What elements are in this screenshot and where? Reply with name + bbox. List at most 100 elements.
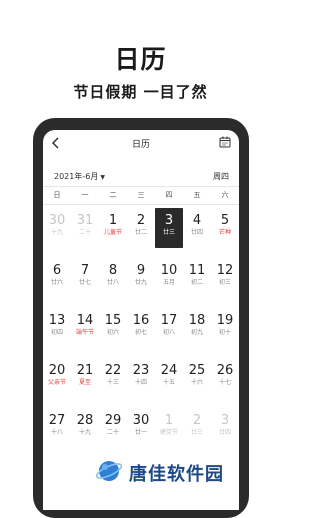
day-cell[interactable]: 11 初二 (183, 258, 211, 298)
day-number: 30 (132, 413, 150, 428)
lunar-date-label: 初二 (190, 279, 203, 286)
lunar-date-label: 十五 (162, 379, 175, 386)
day-cell[interactable]: 5 芒种 (211, 208, 239, 248)
day-number: 20 (48, 363, 66, 378)
day-cell[interactable]: 1 建党节 (155, 408, 183, 448)
day-number: 25 (188, 363, 206, 378)
nav-title: 日历 (131, 140, 150, 150)
day-cell[interactable]: 30 十九 (43, 208, 71, 248)
weekday-label: 三 (137, 191, 145, 199)
lunar-date-label: 廿二 (134, 229, 147, 236)
divider (43, 186, 239, 187)
day-cell[interactable]: 2 廿三 (183, 408, 211, 448)
day-cell[interactable]: 18 初九 (183, 308, 211, 348)
day-cell[interactable]: 21 夏至 (71, 358, 99, 398)
day-number: 3 (164, 213, 174, 228)
day-cell[interactable]: 31 二十 (71, 208, 99, 248)
day-cell[interactable]: 17 初八 (155, 308, 183, 348)
lunar-date-label: 廿一 (134, 429, 147, 436)
day-number: 5 (220, 213, 230, 228)
day-number: 8 (108, 263, 118, 278)
holiday-label: 儿童节 (103, 229, 122, 236)
month-selector[interactable]: 2021年-6月 ▼ (54, 171, 105, 182)
watermark-text: 唐佳软件园 (129, 464, 224, 485)
day-cell[interactable]: 14 端午节 (71, 308, 99, 348)
day-cell[interactable]: 12 初三 (211, 258, 239, 298)
weekday-header-row: 日一二三四五六 (43, 190, 239, 202)
holiday-label: 芒种 (218, 229, 231, 236)
day-cell[interactable]: 24 十五 (155, 358, 183, 398)
lunar-date-label: 廿七 (78, 279, 91, 286)
week-toggle[interactable]: 周四 (213, 171, 229, 182)
calendar-icon[interactable] (219, 136, 231, 148)
weekday-label: 四 (165, 191, 173, 199)
day-cell[interactable]: 8 廿八 (99, 258, 127, 298)
promo-subtitle: 节日假期 一目了然 (73, 83, 208, 101)
day-cell[interactable]: 20 父亲节 (43, 358, 71, 398)
day-number: 30 (48, 213, 66, 228)
lunar-date-label: 廿九 (134, 279, 147, 286)
day-cell[interactable]: 16 初七 (127, 308, 155, 348)
day-number: 1 (108, 213, 118, 228)
holiday-label: 端午节 (75, 329, 94, 336)
lunar-date-label: 廿三 (190, 429, 203, 436)
day-cell[interactable]: 30 廿一 (127, 408, 155, 448)
nav-bar: 日历 (43, 130, 239, 158)
day-number: 12 (216, 263, 234, 278)
weekday-label: 二 (109, 191, 117, 199)
lunar-date-label: 廿六 (50, 279, 63, 286)
lunar-date-label: 初三 (218, 279, 231, 286)
day-cell-selected[interactable]: 3 廿三 (155, 208, 183, 248)
day-cell[interactable]: 2 廿二 (127, 208, 155, 248)
day-number: 27 (48, 413, 66, 428)
month-label: 2021年-6月 (54, 172, 99, 181)
day-number: 11 (188, 263, 206, 278)
day-cell[interactable]: 28 十九 (71, 408, 99, 448)
planet-logo-icon (95, 461, 123, 481)
lunar-date-label: 廿四 (218, 429, 231, 436)
weekday-label: 五 (193, 191, 201, 199)
day-number: 24 (160, 363, 178, 378)
day-cell[interactable]: 13 初四 (43, 308, 71, 348)
day-cell[interactable]: 1 儿童节 (99, 208, 127, 248)
day-cell[interactable]: 27 十八 (43, 408, 71, 448)
lunar-date-label: 初十 (218, 329, 231, 336)
lunar-date-label: 建党节 (159, 429, 178, 436)
lunar-date-label: 十四 (134, 379, 147, 386)
day-number: 7 (80, 263, 90, 278)
day-cell[interactable]: 26 十七 (211, 358, 239, 398)
lunar-date-label: 二十 (106, 429, 119, 436)
day-number: 14 (76, 313, 94, 328)
day-cell[interactable]: 3 廿四 (211, 408, 239, 448)
lunar-date-label: 初六 (106, 329, 119, 336)
day-cell[interactable]: 10 五月 (155, 258, 183, 298)
caret-down-icon: ▼ (100, 174, 105, 181)
day-cell[interactable]: 22 十三 (99, 358, 127, 398)
day-cell[interactable]: 19 初十 (211, 308, 239, 348)
lunar-date-label: 初八 (162, 329, 175, 336)
day-number: 3 (220, 413, 230, 428)
day-cell[interactable]: 9 廿九 (127, 258, 155, 298)
day-number: 6 (52, 263, 62, 278)
day-number: 2 (192, 413, 202, 428)
day-cell[interactable]: 15 初六 (99, 308, 127, 348)
day-number: 29 (104, 413, 122, 428)
lunar-date-label: 廿四 (190, 229, 203, 236)
day-cell[interactable]: 4 廿四 (183, 208, 211, 248)
day-number: 18 (188, 313, 206, 328)
day-cell[interactable]: 7 廿七 (71, 258, 99, 298)
day-number: 17 (160, 313, 178, 328)
day-cell[interactable]: 29 二十 (99, 408, 127, 448)
lunar-date-label: 二十 (78, 229, 91, 236)
day-cell[interactable]: 25 十六 (183, 358, 211, 398)
lunar-date-label: 十六 (190, 379, 203, 386)
day-number: 26 (216, 363, 234, 378)
lunar-date-label: 初四 (50, 329, 63, 336)
day-number: 4 (192, 213, 202, 228)
day-number: 23 (132, 363, 150, 378)
day-cell[interactable]: 6 廿六 (43, 258, 71, 298)
day-cell[interactable]: 23 十四 (127, 358, 155, 398)
lunar-date-label: 廿三 (162, 229, 175, 236)
promo-title: 日历 (114, 45, 167, 74)
lunar-date-label: 初七 (134, 329, 147, 336)
